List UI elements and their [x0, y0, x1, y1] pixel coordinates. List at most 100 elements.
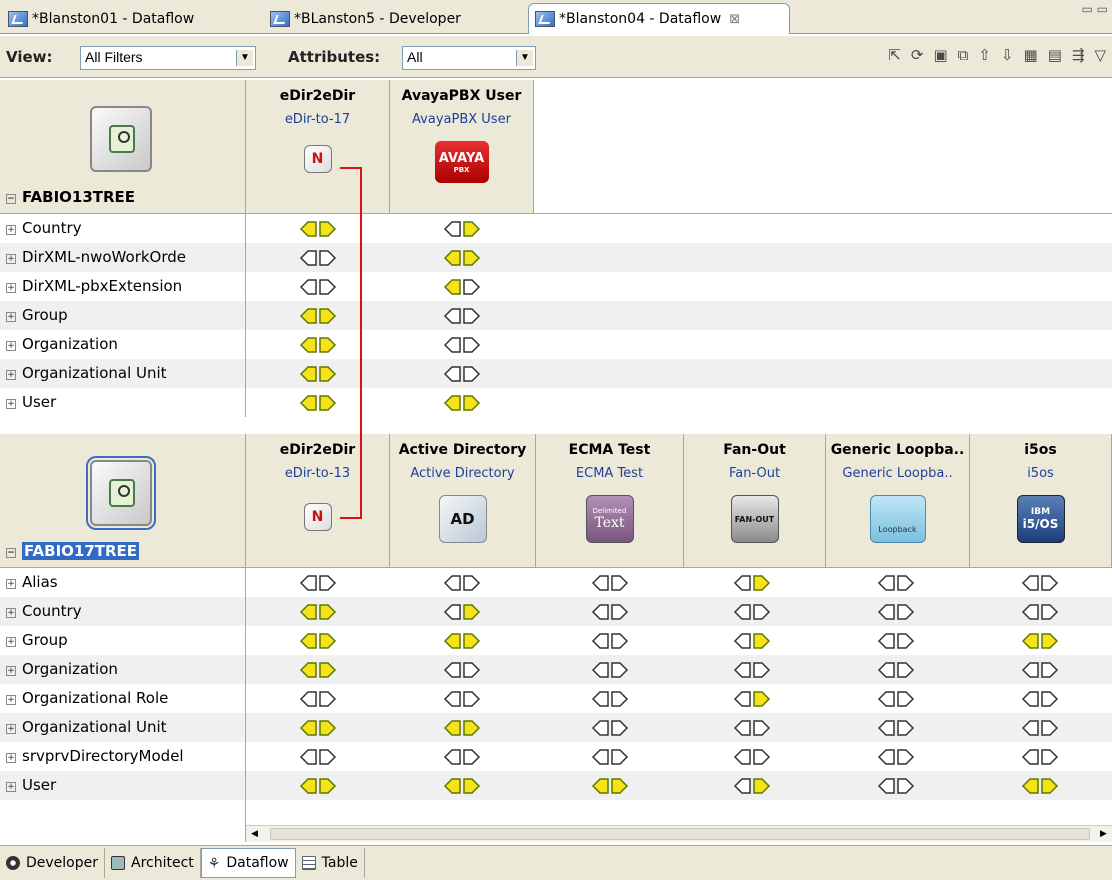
- save-icon[interactable]: ▣: [933, 46, 947, 64]
- tab-blanston5-developer[interactable]: *BLanston5 - Developer: [264, 3, 522, 34]
- tab-architect[interactable]: Architect: [105, 848, 201, 878]
- sync-arrow-icon-both[interactable]: [298, 306, 338, 326]
- class-label[interactable]: + Alias: [0, 568, 246, 597]
- driver-header-avayapbx[interactable]: AvayaPBX User AvayaPBX User AVAYA PBX: [390, 80, 534, 214]
- sync-arrow-icon-none[interactable]: [876, 573, 916, 593]
- sync-arrow-icon-both[interactable]: [442, 776, 482, 796]
- sync-arrow-icon-none[interactable]: [590, 602, 630, 622]
- expand-icon[interactable]: +: [6, 666, 16, 676]
- attributes-select[interactable]: All ▼: [402, 46, 536, 70]
- sync-arrow-icon-both[interactable]: [298, 335, 338, 355]
- close-tab-icon[interactable]: ⊠: [729, 12, 740, 27]
- sync-arrow-icon-none[interactable]: [876, 660, 916, 680]
- sync-arrow-icon-both[interactable]: [442, 631, 482, 651]
- sync-arrow-icon-none[interactable]: [442, 747, 482, 767]
- driver-header-delimited-text[interactable]: ECMA Test ECMA Test Delimited Text: [536, 434, 684, 568]
- class-label[interactable]: + Organization: [0, 330, 246, 359]
- sync-arrow-icon-none[interactable]: [590, 660, 630, 680]
- sync-arrow-icon-both[interactable]: [298, 718, 338, 738]
- sync-arrow-icon-both[interactable]: [442, 718, 482, 738]
- class-label[interactable]: + Group: [0, 301, 246, 330]
- chevron-down-icon[interactable]: ▼: [236, 50, 253, 66]
- sync-arrow-icon-right[interactable]: [732, 573, 772, 593]
- sync-arrow-icon-both[interactable]: [298, 393, 338, 413]
- view-filter-select[interactable]: All Filters ▼: [80, 46, 256, 70]
- expand-icon[interactable]: +: [6, 341, 16, 351]
- sync-arrow-icon-none[interactable]: [590, 718, 630, 738]
- class-label[interactable]: + Organizational Unit: [0, 359, 246, 388]
- sync-arrow-icon-none[interactable]: [590, 631, 630, 651]
- copy-icon[interactable]: ⧉: [958, 46, 969, 64]
- sync-arrow-icon-right[interactable]: [442, 219, 482, 239]
- sync-arrow-icon-both[interactable]: [1020, 776, 1060, 796]
- collapse-icon[interactable]: −: [6, 548, 16, 558]
- sync-arrow-icon-none[interactable]: [442, 364, 482, 384]
- expand-icon[interactable]: +: [6, 283, 16, 293]
- sync-arrow-icon-none[interactable]: [1020, 573, 1060, 593]
- properties-icon[interactable]: ▦: [1024, 46, 1038, 64]
- chevron-down-icon[interactable]: ▼: [516, 50, 533, 66]
- sync-arrow-icon-right[interactable]: [732, 631, 772, 651]
- sync-arrow-icon-none[interactable]: [732, 718, 772, 738]
- expand-icon[interactable]: +: [6, 608, 16, 618]
- expand-icon[interactable]: +: [6, 724, 16, 734]
- sync-arrow-icon-both[interactable]: [298, 602, 338, 622]
- expand-icon[interactable]: +: [6, 782, 16, 792]
- sync-arrow-icon-none[interactable]: [298, 573, 338, 593]
- window-controls[interactable]: ▭ ▭: [1082, 2, 1109, 16]
- sync-arrow-icon-none[interactable]: [876, 602, 916, 622]
- collapse-icon[interactable]: −: [6, 194, 16, 204]
- expand-icon[interactable]: +: [6, 579, 16, 589]
- tab-table[interactable]: Table: [296, 848, 365, 878]
- sync-arrow-icon-both[interactable]: [1020, 631, 1060, 651]
- sync-arrow-icon-both[interactable]: [442, 248, 482, 268]
- expand-icon[interactable]: +: [6, 753, 16, 763]
- sync-arrow-icon-none[interactable]: [298, 689, 338, 709]
- class-label[interactable]: + Organizational Role: [0, 684, 246, 713]
- up-arrow-icon[interactable]: ⇧: [978, 46, 991, 64]
- class-label[interactable]: + Group: [0, 626, 246, 655]
- sync-arrow-icon-none[interactable]: [442, 335, 482, 355]
- expand-icon[interactable]: +: [6, 695, 16, 705]
- sync-arrow-icon-none[interactable]: [732, 660, 772, 680]
- scroll-left-icon[interactable]: ◀: [246, 827, 263, 842]
- class-label[interactable]: + DirXML-nwoWorkOrde: [0, 243, 246, 272]
- scroll-thumb[interactable]: [270, 828, 1090, 840]
- sync-arrow-icon-none[interactable]: [876, 631, 916, 651]
- sync-arrow-icon-none[interactable]: [732, 747, 772, 767]
- sync-arrow-icon-none[interactable]: [1020, 718, 1060, 738]
- sync-arrow-icon-none[interactable]: [876, 689, 916, 709]
- tab-dataflow[interactable]: ⚘ Dataflow: [200, 848, 296, 878]
- tree-header-fabio17[interactable]: − FABIO17TREE: [0, 434, 246, 568]
- down-arrow-icon[interactable]: ⇩: [1001, 46, 1014, 64]
- class-label[interactable]: + DirXML-pbxExtension: [0, 272, 246, 301]
- driver-header-i5os[interactable]: i5os i5os IBM i5/OS: [970, 434, 1112, 568]
- sync-arrow-icon-none[interactable]: [876, 747, 916, 767]
- expand-icon[interactable]: +: [6, 225, 16, 235]
- sync-arrow-icon-none[interactable]: [1020, 689, 1060, 709]
- tab-blanston04-dataflow[interactable]: *Blanston04 - Dataflow ⊠: [528, 3, 790, 34]
- sync-arrow-icon-both[interactable]: [298, 364, 338, 384]
- sync-arrow-icon-both[interactable]: [298, 631, 338, 651]
- menu-icon[interactable]: ▽: [1094, 46, 1106, 64]
- expand-icon[interactable]: +: [6, 254, 16, 264]
- expand-icon[interactable]: +: [6, 370, 16, 380]
- sync-arrow-icon-both[interactable]: [590, 776, 630, 796]
- driver-header-ad[interactable]: Active Directory Active Directory AD: [390, 434, 536, 568]
- sync-arrow-icon-right[interactable]: [732, 689, 772, 709]
- sync-arrow-icon-right[interactable]: [442, 602, 482, 622]
- expand-icon[interactable]: +: [6, 637, 16, 647]
- sync-arrow-icon-none[interactable]: [442, 660, 482, 680]
- tab-blanston01-dataflow[interactable]: *Blanston01 - Dataflow: [2, 3, 258, 34]
- sync-arrow-icon-none[interactable]: [442, 689, 482, 709]
- sync-arrow-icon-both[interactable]: [442, 393, 482, 413]
- class-label[interactable]: + Organization: [0, 655, 246, 684]
- class-label[interactable]: + Country: [0, 597, 246, 626]
- sync-arrow-icon-none[interactable]: [732, 602, 772, 622]
- sync-arrow-icon-none[interactable]: [590, 747, 630, 767]
- driver-header-loopback[interactable]: Generic Loopba.. Generic Loopba.. Loopback: [826, 434, 970, 568]
- class-label[interactable]: + User: [0, 388, 246, 417]
- sync-arrow-icon-none[interactable]: [1020, 660, 1060, 680]
- sync-arrow-icon-none[interactable]: [298, 277, 338, 297]
- driver-header-fan-out[interactable]: Fan-Out Fan-Out FAN-OUT: [684, 434, 826, 568]
